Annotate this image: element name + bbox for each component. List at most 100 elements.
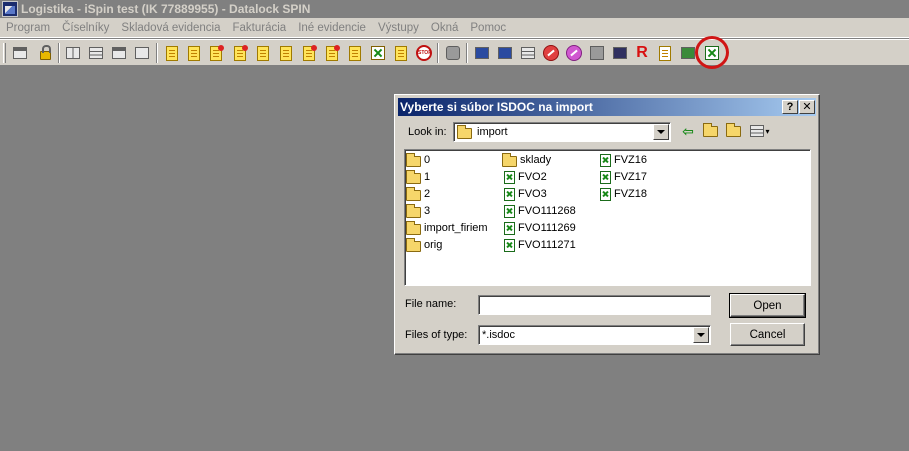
new-document-icon[interactable] <box>207 44 225 62</box>
chevron-down-icon[interactable] <box>653 124 669 140</box>
new-folder-icon[interactable] <box>724 122 742 139</box>
folder-icon <box>457 125 472 139</box>
menu-ine-evidencie[interactable]: Iné evidencie <box>292 22 372 34</box>
print-document-icon[interactable] <box>185 44 203 62</box>
entry-label: FVO2 <box>518 171 547 183</box>
menu-ciselniky[interactable]: Číselníky <box>56 22 115 34</box>
menu-program[interactable]: Program <box>0 22 56 34</box>
entry-label: FVO3 <box>518 188 547 200</box>
window-title: Logistika - iSpin test (IK 77889955) - D… <box>21 2 311 16</box>
look-in-value: import <box>477 126 508 138</box>
folder-item[interactable]: orig <box>406 237 442 253</box>
folder-item[interactable]: 3 <box>406 203 430 219</box>
folder-item[interactable]: 2 <box>406 186 430 202</box>
folder-icon <box>502 153 517 167</box>
money-icon[interactable] <box>369 44 387 62</box>
menu-bar: Program Číselníky Skladová evidencia Fak… <box>0 18 909 38</box>
plugin-icon[interactable] <box>444 44 462 62</box>
app-icon <box>2 1 18 17</box>
menu-okna[interactable]: Okná <box>425 22 465 34</box>
r-icon[interactable]: R <box>633 44 651 62</box>
isdoc-file-icon <box>504 221 515 235</box>
folder-item[interactable]: 0 <box>406 152 430 168</box>
title-bar: Logistika - iSpin test (IK 77889955) - D… <box>0 0 909 18</box>
file-item[interactable]: FVO3 <box>502 186 547 202</box>
printer-icon[interactable] <box>519 44 537 62</box>
toolbar: STOP R <box>0 39 909 66</box>
isdoc-file-icon <box>504 170 515 184</box>
gray-square-icon[interactable] <box>588 44 606 62</box>
toolbar-separator <box>156 43 158 63</box>
entry-label: 2 <box>424 188 431 200</box>
exit-icon[interactable] <box>11 44 29 62</box>
split-view-icon[interactable] <box>64 44 82 62</box>
toolbar-separator <box>437 43 439 63</box>
computer-icon[interactable] <box>473 44 491 62</box>
help-button[interactable]: ? <box>782 100 798 114</box>
folder-item[interactable]: 1 <box>406 169 430 185</box>
file-item[interactable]: FVZ16 <box>598 152 647 168</box>
isdoc-import-dialog: Vyberte si súbor ISDOC na import ? ✕ Loo… <box>394 94 820 355</box>
toolbar-separator <box>58 43 60 63</box>
look-in-select[interactable]: import <box>453 122 671 142</box>
file-name-input[interactable] <box>478 295 711 315</box>
file-item[interactable]: FVZ18 <box>598 186 647 202</box>
back-icon[interactable]: ⇦ <box>679 123 697 139</box>
file-item[interactable]: FVO111271 <box>502 237 576 253</box>
files-of-type-value: *.isdoc <box>482 329 516 341</box>
menu-skladova-evidencia[interactable]: Skladová evidencia <box>115 22 226 34</box>
entry-label: FVZ18 <box>614 188 648 200</box>
credit-document-icon[interactable] <box>323 44 341 62</box>
folder-icon <box>406 153 421 167</box>
isdoc-file-icon <box>600 187 611 201</box>
menu-fakturacia[interactable]: Fakturácia <box>227 22 293 34</box>
dialog-title-bar: Vyberte si súbor ISDOC na import ? ✕ <box>398 98 816 116</box>
menu-vystupy[interactable]: Výstupy <box>372 22 425 34</box>
menu-pomoc[interactable]: Pomoc <box>464 22 512 34</box>
entry-label: 0 <box>424 154 431 166</box>
red-disc-icon[interactable] <box>542 44 560 62</box>
file-item[interactable]: FVZ17 <box>598 169 647 185</box>
file-item[interactable]: FVO111268 <box>502 203 576 219</box>
cash-icon[interactable] <box>392 44 410 62</box>
entry-label: orig <box>424 239 443 251</box>
window-view-icon[interactable] <box>110 44 128 62</box>
isdoc-file-icon <box>504 204 515 218</box>
open-button[interactable]: Open <box>729 293 806 318</box>
up-folder-icon[interactable] <box>701 122 719 139</box>
file-item[interactable]: FVO2 <box>502 169 547 185</box>
entry-label: 1 <box>424 171 431 183</box>
cancel-button[interactable]: Cancel <box>730 323 805 346</box>
delivery-document-icon[interactable] <box>277 44 295 62</box>
file-name-label: File name: <box>405 298 457 310</box>
files-of-type-select[interactable]: *.isdoc <box>478 325 711 345</box>
isdoc-file-icon <box>600 170 611 184</box>
receipt-document-icon[interactable] <box>300 44 318 62</box>
chevron-down-icon[interactable] <box>693 327 709 343</box>
stock-document-icon[interactable] <box>346 44 364 62</box>
folder-item[interactable]: import_firiem <box>406 220 488 236</box>
folder-item[interactable]: sklady <box>502 152 551 168</box>
pink-disc-icon[interactable] <box>565 44 583 62</box>
invoice-document-icon[interactable] <box>231 44 249 62</box>
toolbar-grip <box>3 43 6 63</box>
entry-label: FVZ17 <box>614 171 648 183</box>
entry-label: sklady <box>520 154 552 166</box>
no-sign-icon[interactable]: STOP <box>415 44 433 62</box>
books-icon[interactable] <box>496 44 514 62</box>
close-button[interactable]: ✕ <box>799 100 815 114</box>
order-document-icon[interactable] <box>254 44 272 62</box>
cascade-icon[interactable] <box>133 44 151 62</box>
toolbar-separator <box>466 43 468 63</box>
view-menu-icon[interactable]: ▾ <box>747 123 773 139</box>
rows-view-icon[interactable] <box>87 44 105 62</box>
highlight-circle <box>695 36 729 69</box>
file-list[interactable]: 0 1 2 3 import_firiemorig sklady FVO2 FVO3 FVO11… <box>404 149 811 286</box>
edit-document-icon[interactable] <box>163 44 181 62</box>
lock-icon[interactable] <box>36 44 54 62</box>
file-item[interactable]: FVO111269 <box>502 220 576 236</box>
folder-icon <box>406 238 421 252</box>
isdoc-file-icon <box>600 153 611 167</box>
calculator-icon[interactable] <box>611 44 629 62</box>
export-icon[interactable] <box>656 44 674 62</box>
